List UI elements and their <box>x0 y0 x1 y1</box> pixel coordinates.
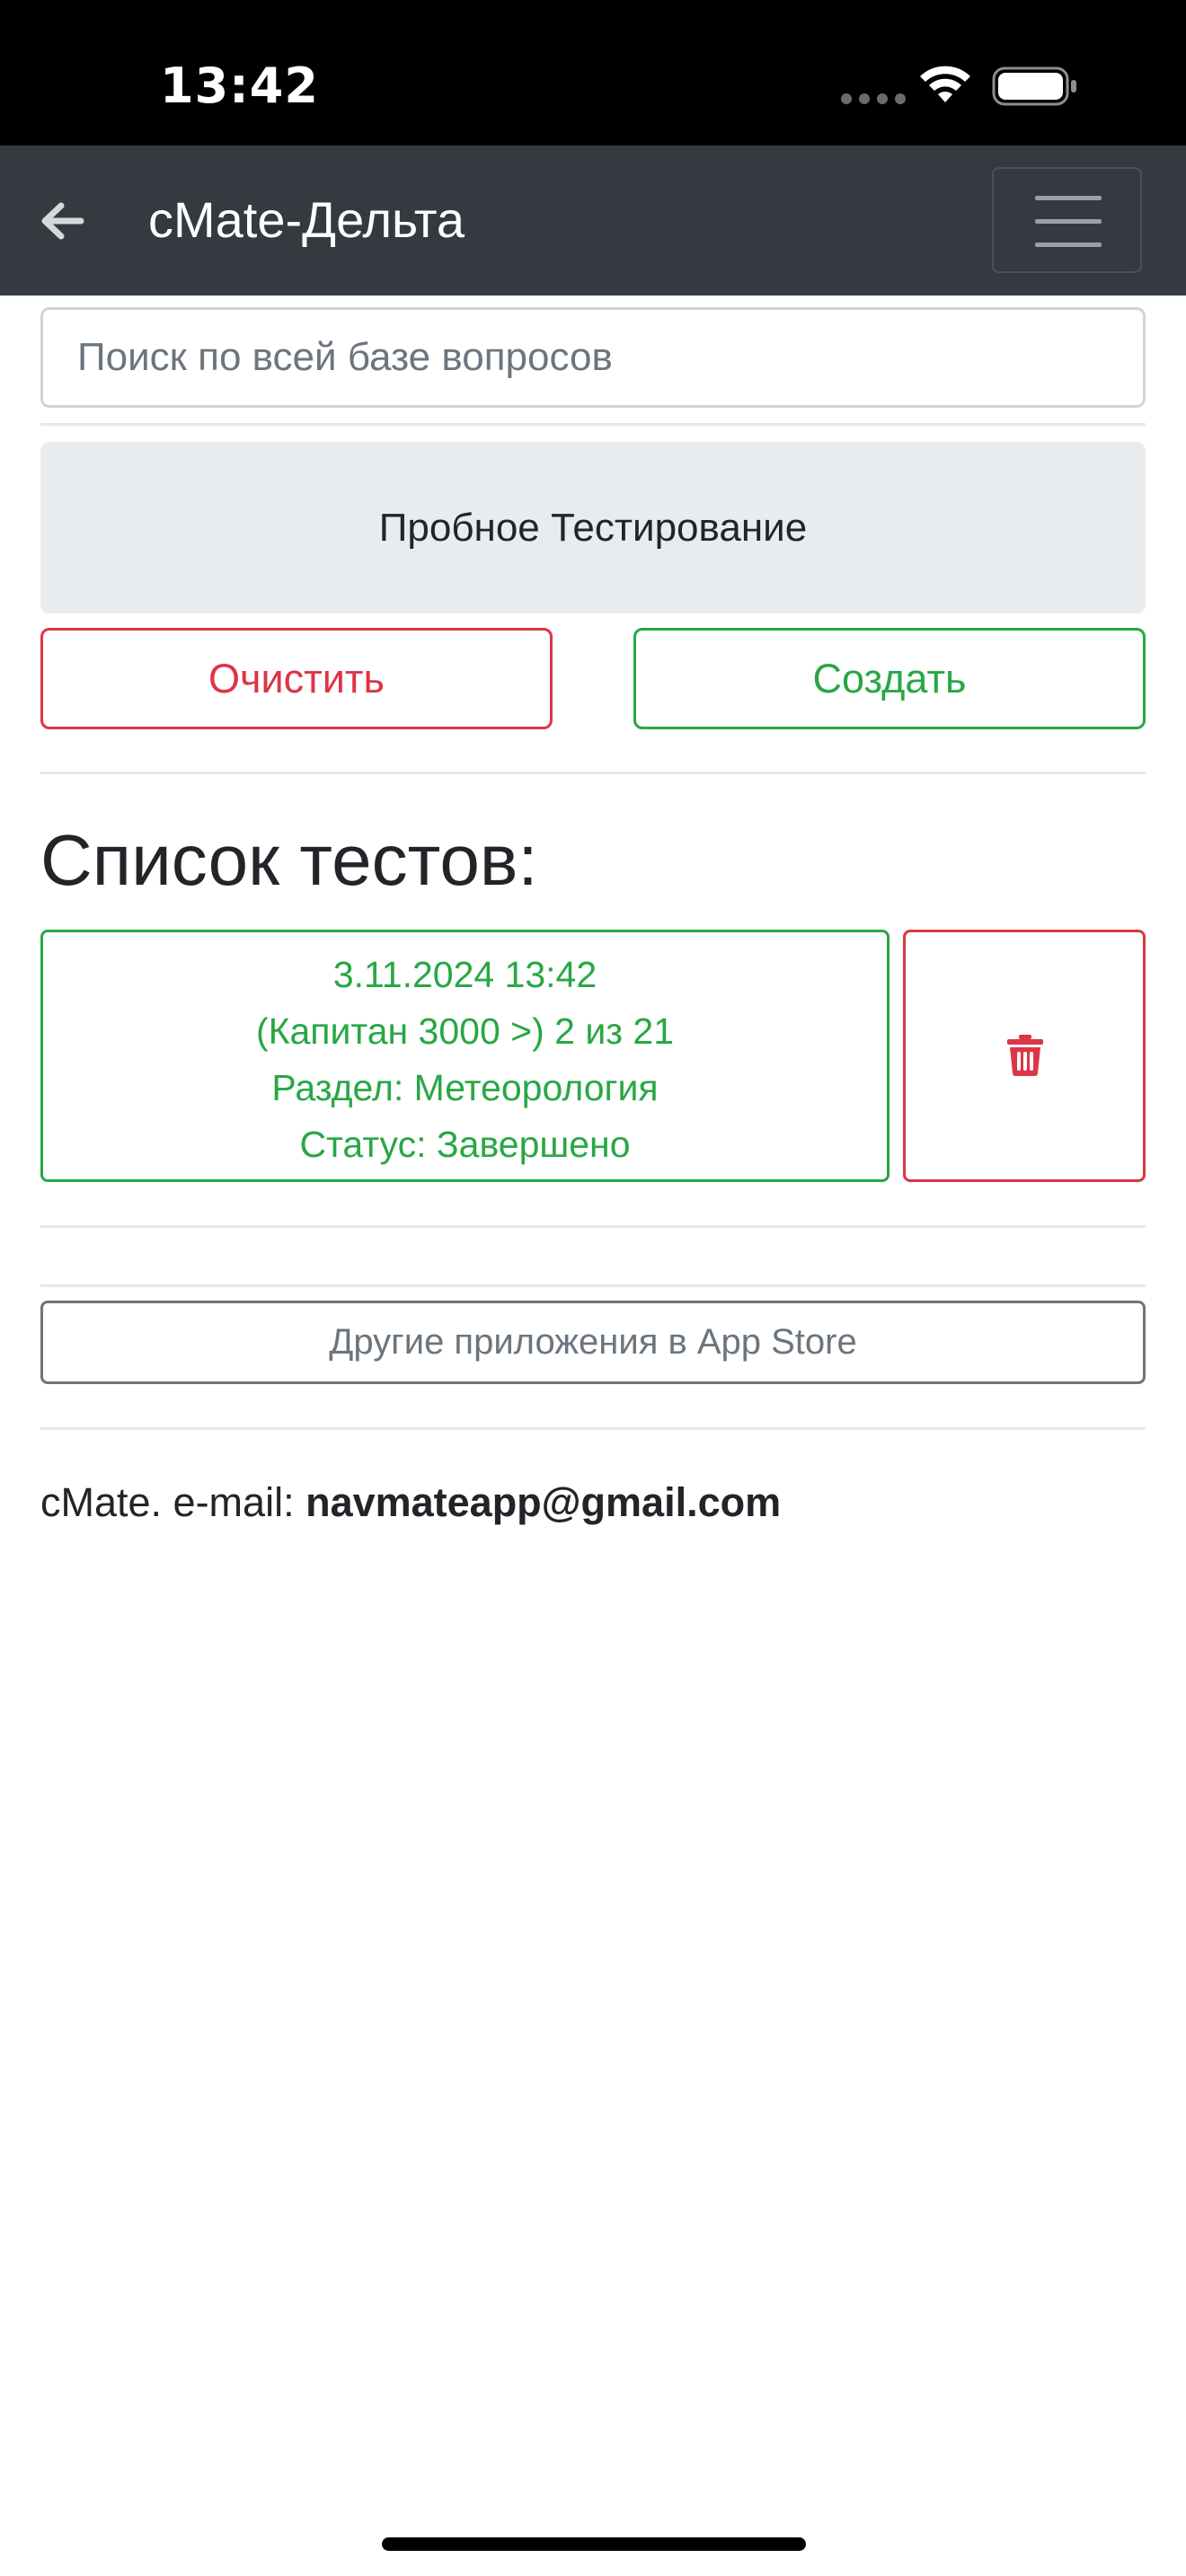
divider <box>40 1225 1146 1228</box>
test-date: 3.11.2024 13:42 <box>332 954 597 995</box>
clear-button[interactable]: Очистить <box>40 628 553 729</box>
status-time: 13:42 <box>160 57 319 114</box>
test-section: Раздел: Метеорология <box>271 1067 659 1108</box>
footer-email[interactable]: navmateapp@gmail.com <box>305 1479 781 1525</box>
home-indicator[interactable] <box>382 2537 806 2551</box>
battery-icon <box>992 66 1076 106</box>
cellular-dots-icon <box>841 93 906 104</box>
navbar: cMate-Дельта <box>0 146 1186 296</box>
test-list-item[interactable]: 3.11.2024 13:42 (Капитан 3000 >) 2 из 21… <box>40 930 890 1182</box>
divider <box>40 1427 1146 1430</box>
footer-prefix: cMate. e-mail: <box>40 1479 306 1525</box>
test-status: Статус: Завершено <box>299 1124 631 1165</box>
delete-test-button[interactable] <box>903 930 1146 1182</box>
divider <box>40 772 1146 774</box>
arrow-left-icon[interactable] <box>38 197 86 245</box>
app-title: cMate-Дельта <box>148 191 465 248</box>
search-input[interactable]: Поиск по всей базе вопросов <box>40 307 1146 408</box>
status-bar: 13:42 <box>0 0 1186 146</box>
divider <box>40 1284 1146 1287</box>
trash-icon <box>1007 1035 1043 1076</box>
other-apps-button[interactable]: Другие приложения в App Store <box>40 1301 1146 1384</box>
create-button[interactable]: Создать <box>633 628 1146 729</box>
footer-contact: cMate. e-mail: navmateapp@gmail.com <box>40 1479 781 1526</box>
divider <box>40 423 1146 426</box>
test-progress: (Капитан 3000 >) 2 из 21 <box>255 1010 675 1052</box>
wifi-icon <box>920 66 970 102</box>
test-mode-panel[interactable]: Пробное Тестирование <box>40 442 1146 613</box>
tests-heading: Список тестов: <box>40 820 538 900</box>
menu-toggle-button[interactable] <box>992 167 1142 273</box>
